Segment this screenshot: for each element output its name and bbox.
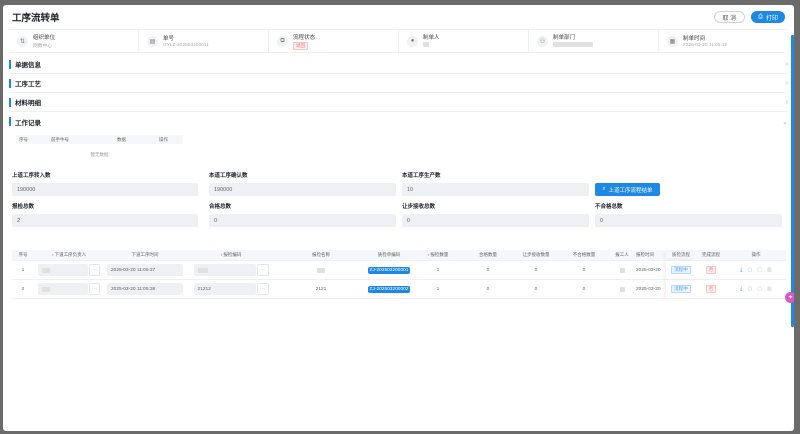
info-org: ⇅ 组织单位 网数中心 bbox=[9, 30, 139, 52]
reporter bbox=[619, 267, 625, 273]
chevron-right-icon: › bbox=[785, 98, 788, 106]
redacted-value bbox=[553, 42, 593, 47]
report-code-input[interactable] bbox=[193, 264, 256, 276]
flow-card-dialog: 工序流转单 取 消 ⎙ 打印 ⇅ 组织单位 网数中心 ▤ 单号 GYLZ-20250… bbox=[3, 5, 794, 431]
table-row: 2 ⋯ 2025-03-20 11:05:38 21212 ⋯ 2121 ZJ-… bbox=[12, 280, 786, 299]
select-code-button[interactable]: ⋯ bbox=[256, 283, 269, 295]
work-record-table: 序号 前手牛号 数据 操作 暂无数据 bbox=[16, 135, 183, 166]
produce-field[interactable]: 10 bbox=[402, 183, 589, 196]
section-doc-info[interactable]: 单据信息 › bbox=[9, 55, 788, 74]
next-time-input[interactable]: 2025-03-20 11:05:37 bbox=[107, 264, 183, 276]
chevron-right-icon: › bbox=[785, 79, 788, 87]
report-code-input[interactable]: 21212 bbox=[193, 283, 256, 295]
section-work-record[interactable]: 工作记录 ⌄ bbox=[9, 112, 788, 131]
qc-flow-badge: 流程中 bbox=[671, 266, 691, 274]
page-title: 工序流转单 bbox=[12, 13, 60, 24]
next-time-input[interactable]: 2025-03-20 11:05:38 bbox=[107, 283, 183, 295]
qc-flow-badge: 流程中 bbox=[671, 285, 691, 293]
table-header: 序号 * 下道工序负责人 下道工序时间 * 报检编码 报检名称 质检单编码 * 报检数… bbox=[12, 250, 786, 261]
report-name: 2121 bbox=[315, 286, 327, 292]
next-owner-input[interactable] bbox=[38, 283, 88, 295]
info-department: ⚇ 制单部门 bbox=[529, 30, 659, 52]
copy-icon[interactable]: ▢ bbox=[748, 267, 753, 273]
prev-in-field[interactable]: 190000 bbox=[12, 183, 198, 196]
empty-text: 暂无数据 bbox=[90, 152, 109, 157]
assistant-float-icon[interactable]: ✦ bbox=[785, 292, 794, 303]
download-icon[interactable]: ⤓ bbox=[740, 286, 742, 292]
table-row: 1 ⋯ 2025-03-20 11:05:37 ⋯ ZJ-20250320000… bbox=[12, 261, 786, 280]
section-materials[interactable]: 材料明细 › bbox=[9, 93, 788, 112]
select-user-button[interactable]: ⋯ bbox=[89, 283, 100, 295]
qc-code-tag[interactable]: ZJ-202503200001 bbox=[367, 266, 411, 274]
copy-icon[interactable]: ▢ bbox=[748, 286, 753, 292]
calendar-icon: ▦ bbox=[667, 35, 678, 47]
confirm-field[interactable]: 190000 bbox=[209, 183, 396, 196]
document-icon: ▤ bbox=[147, 35, 158, 47]
view-icon[interactable]: ▢ bbox=[757, 286, 762, 292]
quantity-form: 上道工序转入数 190000 本道工序确认数 190000 本道工序生产数 10… bbox=[12, 166, 785, 228]
info-summary: ⇅ 组织单位 网数中心 ▤ 单号 GYLZ-202503200011 ⧉ 流程状态退… bbox=[9, 29, 788, 53]
delete-icon[interactable]: ▥ bbox=[767, 267, 772, 273]
view-icon[interactable]: ▢ bbox=[757, 267, 762, 273]
select-code-button[interactable]: ⋯ bbox=[256, 264, 269, 276]
print-label: 打印 bbox=[765, 15, 778, 22]
print-button[interactable]: ⎙ 打印 bbox=[751, 11, 785, 23]
info-status: ⧉ 流程状态 退回 bbox=[269, 30, 399, 52]
inspection-table: 序号 * 下道工序负责人 下道工序时间 * 报检编码 报检名称 质检单编码 * 报检数… bbox=[12, 250, 786, 299]
status-badge: 退回 bbox=[293, 41, 308, 50]
report-name bbox=[317, 267, 325, 273]
fail-total-field[interactable]: 0 bbox=[595, 214, 782, 227]
next-owner-input[interactable] bbox=[38, 264, 88, 276]
download-icon[interactable]: ⤓ bbox=[740, 267, 742, 273]
dialog-header: 工序流转单 取 消 ⎙ 打印 bbox=[3, 5, 794, 29]
info-created-time: ▦ 制单时间 2025-03-20 11:05:12 bbox=[659, 30, 788, 52]
redacted-value bbox=[423, 42, 429, 47]
search-icon: ⌕ bbox=[602, 186, 606, 192]
section-process[interactable]: 工序工艺 › bbox=[9, 74, 788, 93]
done-flow-badge: 否 bbox=[705, 266, 717, 274]
reporter bbox=[619, 286, 625, 292]
table-header: 序号 前手牛号 数据 操作 bbox=[16, 135, 183, 144]
flow-icon: ⧉ bbox=[277, 35, 288, 47]
done-flow-badge: 否 bbox=[705, 285, 717, 293]
info-creator: ● 制单人 bbox=[399, 30, 529, 52]
qc-code-tag[interactable]: ZJ-202503200002 bbox=[367, 285, 411, 293]
query-prev-flow-button[interactable]: ⌕ 上道工序流程结单 bbox=[595, 183, 660, 196]
chevron-down-icon: ⌄ bbox=[782, 118, 788, 126]
cancel-button[interactable]: 取 消 bbox=[713, 11, 746, 23]
pass-total-field[interactable]: 0 bbox=[209, 214, 396, 227]
scrollbar[interactable] bbox=[791, 35, 794, 327]
info-number: ▤ 单号 GYLZ-202503200011 bbox=[139, 30, 269, 52]
department-icon: ⚇ bbox=[537, 35, 548, 47]
report-total-field[interactable]: 2 bbox=[12, 214, 198, 227]
user-icon: ● bbox=[407, 35, 418, 47]
concede-total-field[interactable]: 0 bbox=[402, 214, 589, 227]
select-user-button[interactable]: ⋯ bbox=[89, 264, 100, 276]
org-icon: ⇅ bbox=[17, 35, 28, 47]
chevron-right-icon: › bbox=[785, 60, 788, 68]
printer-icon: ⎙ bbox=[758, 13, 763, 20]
delete-icon[interactable]: ▥ bbox=[767, 286, 772, 292]
